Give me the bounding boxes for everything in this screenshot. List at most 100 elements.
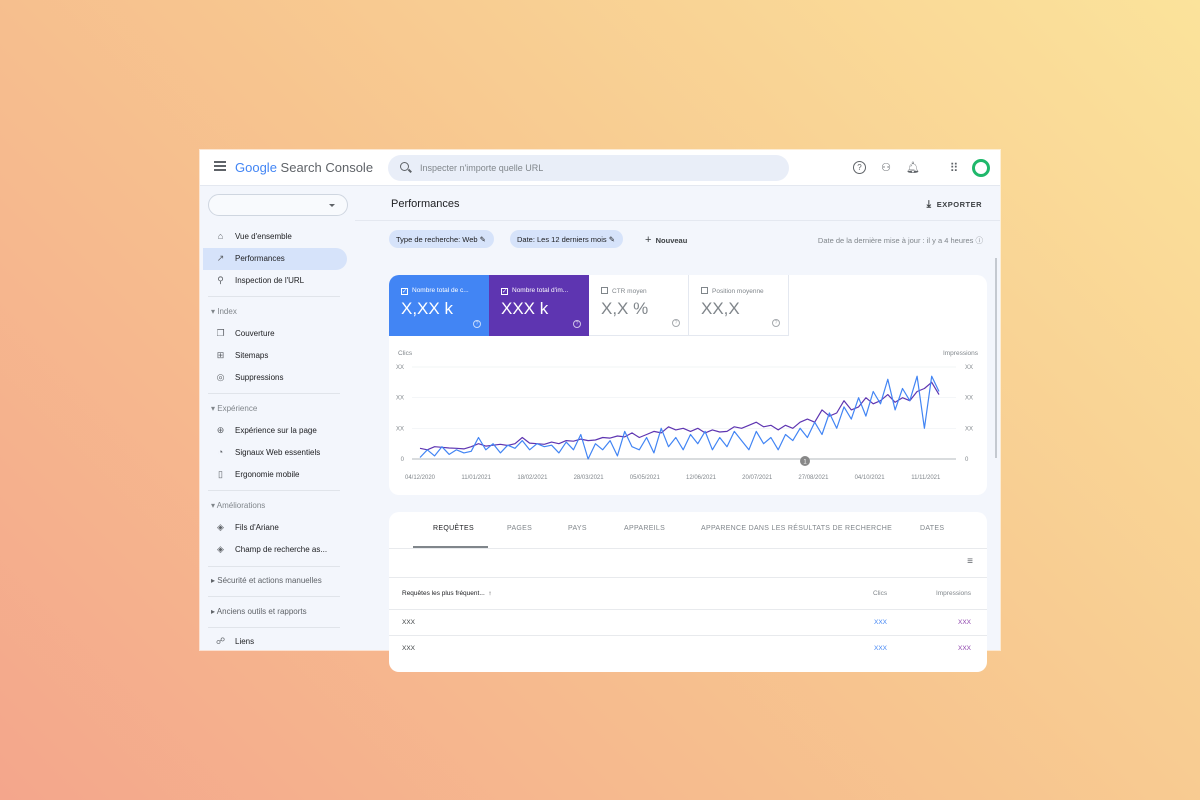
tab-4[interactable]: APPARENCE DANS LES RÉSULTATS DE RECHERCH… [701,525,892,532]
manage-users-icon[interactable]: ⚇ [879,161,893,175]
metric-total-impressions[interactable]: ✓ Nombre total d'im... XXX k? [489,275,589,336]
eye-off-icon: ◎ [216,372,225,382]
sidebar-item-coverage[interactable]: ❐ Couverture [203,323,347,345]
export-button[interactable]: ⤓ EXPORTER [927,199,982,210]
sidebar-item-label: Fils d'Ariane [235,523,279,532]
metric-average-position[interactable]: Position moyenne XX,X? [689,275,789,336]
divider [208,296,340,297]
sidebar: ⌂ Vue d'ensemble ↗ Performances ⚲ Inspectio… [200,186,355,650]
section-index[interactable]: ▾ Index [211,307,237,316]
section-security[interactable]: ▸ Sécurité et actions manuelles [211,576,322,585]
sidebar-item-label: Liens [235,637,255,646]
apps-grid-icon[interactable]: ⠿ [947,161,961,175]
phone-icon: ▯ [218,469,223,479]
metric-value: XXX k [501,299,549,318]
search-placeholder: Inspecter n'importe quelle URL [420,163,544,173]
last-updated-text: Date de la dernière mise à jour : il y a… [817,236,974,245]
sitemap-icon: ⊞ [216,350,225,360]
new-filter-button[interactable]: + Nouveau [645,234,687,246]
help-icon[interactable]: ? [772,319,780,327]
tab-5[interactable]: DATES [920,525,944,532]
bell-icon[interactable]: 🔔︎ [906,161,920,175]
checkbox-checked-icon[interactable]: ✓ [401,288,408,295]
section-enhancements[interactable]: ▾ Améliorations [211,501,265,510]
help-icon[interactable]: ? [473,320,481,328]
x-tick-label: 18/02/2021 [517,475,548,481]
left-axis-label: Clics [398,350,413,357]
logo[interactable]: Google Search Console [235,160,373,175]
tab-3[interactable]: APPAREILS [624,525,665,532]
section-experience[interactable]: ▾ Expérience [211,404,257,413]
network-icon: ☍ [215,636,226,646]
account-avatar[interactable] [972,159,990,177]
help-icon[interactable]: ? [853,161,866,174]
sidebar-item-overview[interactable]: ⌂ Vue d'ensemble [203,226,347,248]
edit-icon: ✎ [608,235,616,244]
section-legacy-tools[interactable]: ▸ Anciens outils et rapports [211,607,307,616]
metric-average-ctr[interactable]: CTR moyen X,X %? [589,275,689,336]
right-y-tick-label: XX [965,426,973,432]
url-inspect-search[interactable]: Inspecter n'importe quelle URL [388,155,789,181]
sidebar-item-url-inspection[interactable]: ⚲ Inspection de l'URL [203,270,347,292]
table-row[interactable]: XXX XXX XXX [389,635,987,661]
arrow-up-icon: ↑ [488,590,492,597]
filter-chip-search-type[interactable]: Type de recherche: Web ✎ [389,230,494,248]
section-title: Index [217,307,237,316]
series-line-impressions [419,381,940,451]
query-cell: XXX [402,645,416,652]
x-tick-label: 04/10/2021 [855,475,886,481]
x-tick-label: 20/07/2021 [742,475,773,481]
y-tick-label: XX [396,396,404,402]
performance-line-chart[interactable]: Clics Impressions 0 0 XX XX XX XX XX XX 04/12/20… [389,345,987,490]
plus-circle-icon: ⊕ [216,425,225,435]
sidebar-item-label: Signaux Web essentiels [235,448,321,457]
checkbox-checked-icon[interactable]: ✓ [501,288,508,295]
sidebar-item-label: Sitemaps [235,351,269,360]
right-y-tick-label: XX [965,396,973,402]
metric-value: X,X % [601,299,649,318]
menu-icon[interactable] [214,161,226,171]
search-icon: ⚲ [217,275,224,285]
table-header-row: Requêtes les plus fréquent... ↑ Clics Im… [389,577,987,609]
column-header-queries[interactable]: Requêtes les plus fréquent... ↑ [402,590,492,597]
sidebar-item-core-web-vitals[interactable]: ◔ Signaux Web essentiels [203,442,347,464]
property-selector[interactable] [208,194,348,216]
table-row[interactable]: XXX XXX XXX [389,609,987,635]
table-toolbar: ≡ [389,548,987,577]
scrollbar[interactable] [995,258,997,458]
help-icon[interactable]: ? [573,320,581,328]
help-icon[interactable]: ? [672,319,680,327]
metric-label: CTR moyen [612,288,647,295]
layers-icon: ◈ [217,544,224,554]
column-header-impressions[interactable]: Impressions [936,590,971,597]
sidebar-item-links[interactable]: ☍ Liens [203,631,347,650]
metric-total-clicks[interactable]: ✓ Nombre total de c... X,XX k? [389,275,489,336]
checkbox-unchecked-icon[interactable] [701,287,708,294]
filter-icon[interactable]: ≡ [967,556,973,567]
tab-1[interactable]: PAGES [507,525,532,532]
sidebar-item-label: Inspection de l'URL [235,276,305,285]
plus-icon: + [645,234,652,246]
sidebar-item-breadcrumbs[interactable]: ◈ Fils d'Ariane [203,517,347,539]
clicks-cell: XXX [874,645,888,652]
tab-2[interactable]: PAYS [568,525,587,532]
logo-product: Search Console [280,160,374,175]
series-line-clics [419,375,940,460]
x-tick-label: 04/12/2020 [405,475,436,481]
sidebar-item-label: Suppressions [235,373,284,382]
chip-label: Date: Les 12 derniers mois [517,235,607,244]
tab-0[interactable]: REQUÊTES [433,525,474,532]
page-title: Performances [391,198,460,210]
column-header-clicks[interactable]: Clics [873,590,887,597]
help-icon[interactable]: ⓘ [976,236,984,245]
sidebar-item-sitemaps[interactable]: ⊞ Sitemaps [203,345,347,367]
filter-chip-date[interactable]: Date: Les 12 derniers mois ✎ [510,230,624,248]
sidebar-item-page-experience[interactable]: ⊕ Expérience sur la page [203,420,347,442]
x-tick-label: 11/01/2021 [461,475,491,481]
sidebar-item-performances[interactable]: ↗ Performances [203,248,347,270]
sidebar-item-removals[interactable]: ◎ Suppressions [203,367,347,389]
gauge-icon: ◔ [217,447,224,457]
checkbox-unchecked-icon[interactable] [601,287,608,294]
sidebar-item-mobile-usability[interactable]: ▯ Ergonomie mobile [203,464,347,486]
sidebar-item-sitelinks-searchbox[interactable]: ◈ Champ de recherche as... [203,539,347,561]
